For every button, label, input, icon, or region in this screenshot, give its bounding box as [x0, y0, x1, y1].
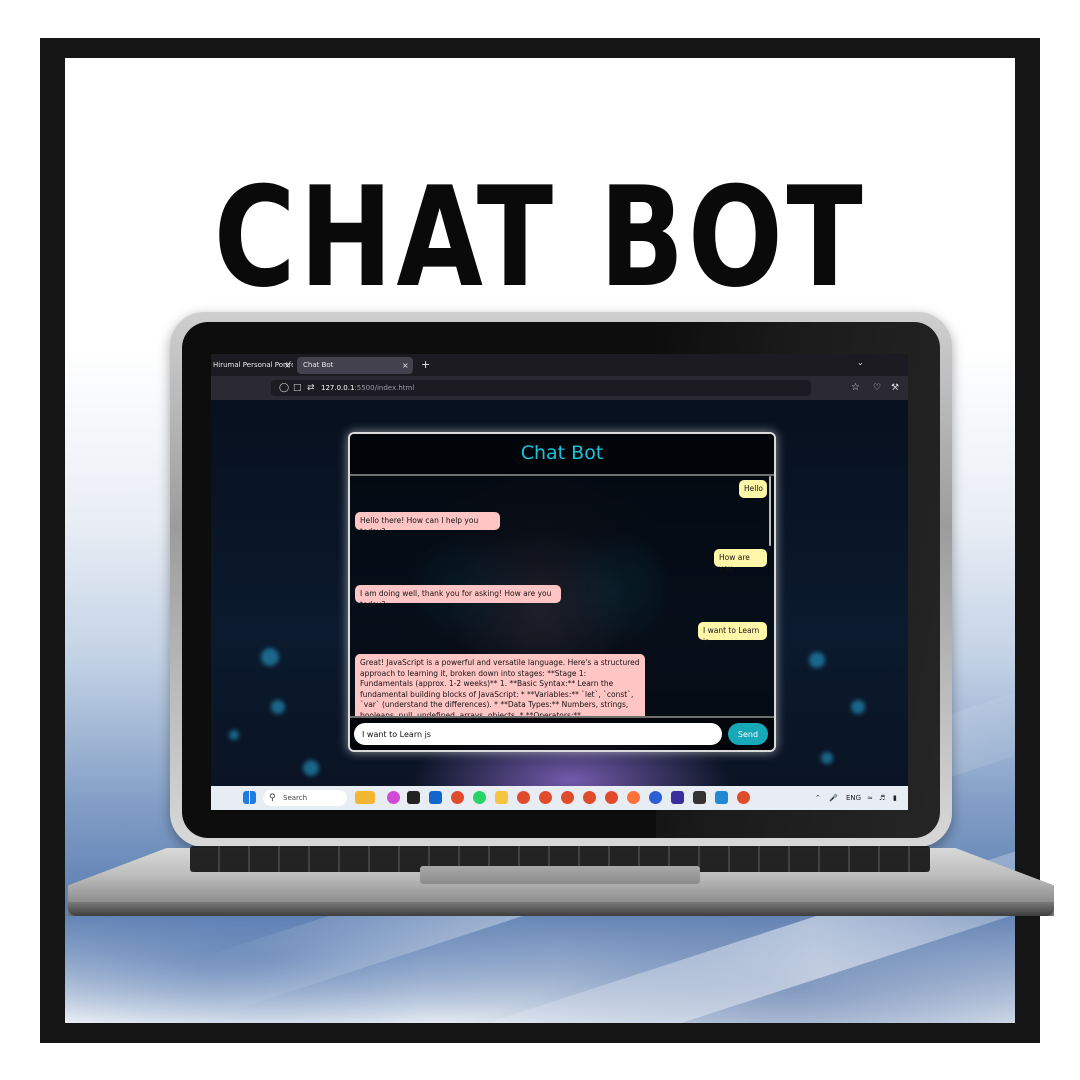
message-input[interactable]: [354, 723, 722, 745]
chrome-icon[interactable]: [737, 791, 750, 804]
os-taskbar: ⚲ Search ⌃ 🎤 ENG ≈ ♬ ▮: [211, 786, 908, 810]
widgets-icon[interactable]: [355, 791, 375, 804]
file-explorer-icon[interactable]: [495, 791, 508, 804]
bookmark-star-icon[interactable]: ☆: [851, 381, 860, 395]
firefox-icon[interactable]: [627, 791, 640, 804]
chrome-icon[interactable]: [605, 791, 618, 804]
taskbar-search[interactable]: ⚲ Search: [263, 790, 347, 806]
media-player-icon[interactable]: [671, 791, 684, 804]
close-tab-icon[interactable]: ×: [402, 357, 409, 374]
send-button[interactable]: Send: [728, 723, 768, 745]
tab-list-chevron-icon[interactable]: ⌄: [857, 358, 864, 367]
laptop-base-edge: [68, 902, 1054, 916]
chrome-icon[interactable]: [539, 791, 552, 804]
browser-tab-bar: Hirumal Personal Portfol × Chat Bot × + …: [211, 354, 908, 376]
close-tab-icon[interactable]: ×: [284, 357, 291, 374]
windows-start-icon[interactable]: [243, 791, 256, 804]
scrollbar[interactable]: [769, 476, 771, 546]
user-message: How are you: [714, 549, 767, 573]
search-label: Search: [283, 794, 308, 802]
battery-icon[interactable]: ▮: [893, 791, 897, 805]
bokeh-light: [229, 730, 239, 740]
tray-chevron-icon[interactable]: ⌃: [815, 791, 821, 805]
user-message: Hello: [739, 480, 767, 498]
bokeh-light: [821, 752, 833, 764]
url-text[interactable]: 127.0.0.1:5500/index.html: [321, 381, 414, 395]
chat-header: Chat Bot: [350, 434, 774, 476]
vscode-icon[interactable]: [715, 791, 728, 804]
chat-input-bar: Send: [350, 716, 774, 750]
pocket-icon[interactable]: ♡: [873, 381, 881, 395]
bokeh-light: [851, 700, 865, 714]
message-list[interactable]: Hello Hello there! How can I help you to…: [350, 476, 774, 716]
url-host: 127.0.0.1: [321, 384, 355, 392]
tools-wrench-icon[interactable]: ⚒: [891, 381, 899, 395]
chatbot-page: Chat Bot Hello Hello there! How can I he…: [211, 400, 908, 786]
wifi-icon[interactable]: ≈: [867, 791, 873, 805]
bot-message: Hello there! How can I help you today?: [355, 512, 500, 536]
poster-title: CHAT BOT: [213, 157, 867, 318]
browser-nav-bar: ◯ □ ⇄ 127.0.0.1:5500/index.html ☆ ♡ ⚒: [211, 376, 908, 400]
firefox-dev-icon[interactable]: [649, 791, 662, 804]
bokeh-light: [303, 760, 319, 776]
terminal-icon[interactable]: [693, 791, 706, 804]
chrome-icon[interactable]: [451, 791, 464, 804]
microphone-icon[interactable]: 🎤: [829, 791, 838, 805]
url-bar[interactable]: ◯ □ ⇄ 127.0.0.1:5500/index.html ☆: [271, 380, 860, 396]
page-icon: □: [293, 383, 302, 393]
tab-chat-bot[interactable]: Chat Bot: [297, 357, 413, 374]
chrome-icon[interactable]: [583, 791, 596, 804]
language-indicator[interactable]: ENG: [846, 791, 861, 805]
tab-portfolio[interactable]: Hirumal Personal Portfol: [213, 357, 293, 374]
new-tab-icon[interactable]: +: [421, 356, 430, 374]
bokeh-light: [809, 652, 825, 668]
connection-icon[interactable]: ⇄: [307, 381, 315, 395]
outlook-icon[interactable]: [429, 791, 442, 804]
copilot-icon[interactable]: [387, 791, 400, 804]
search-icon: ⚲: [269, 793, 276, 803]
bokeh-light: [271, 700, 285, 714]
volume-icon[interactable]: ♬: [879, 791, 885, 805]
laptop-screen: Hirumal Personal Portfol × Chat Bot × + …: [211, 354, 908, 810]
chrome-icon[interactable]: [561, 791, 574, 804]
bokeh-light: [261, 648, 279, 666]
chat-window: Chat Bot Hello Hello there! How can I he…: [348, 432, 776, 752]
shield-icon[interactable]: ◯: [279, 381, 289, 395]
chrome-icon[interactable]: [517, 791, 530, 804]
capcut-icon[interactable]: [407, 791, 420, 804]
url-path: :5500/index.html: [354, 384, 415, 392]
tab-label: Hirumal Personal Portfol: [213, 361, 293, 369]
tab-label: Chat Bot: [303, 361, 334, 369]
user-message: I want to Learn js: [698, 622, 767, 646]
bot-message: Great! JavaScript is a powerful and vers…: [355, 654, 645, 716]
whatsapp-icon[interactable]: [473, 791, 486, 804]
chat-title: Chat Bot: [520, 442, 604, 464]
laptop-trackpad: [420, 866, 700, 884]
bot-message: I am doing well, thank you for asking! H…: [355, 585, 561, 609]
